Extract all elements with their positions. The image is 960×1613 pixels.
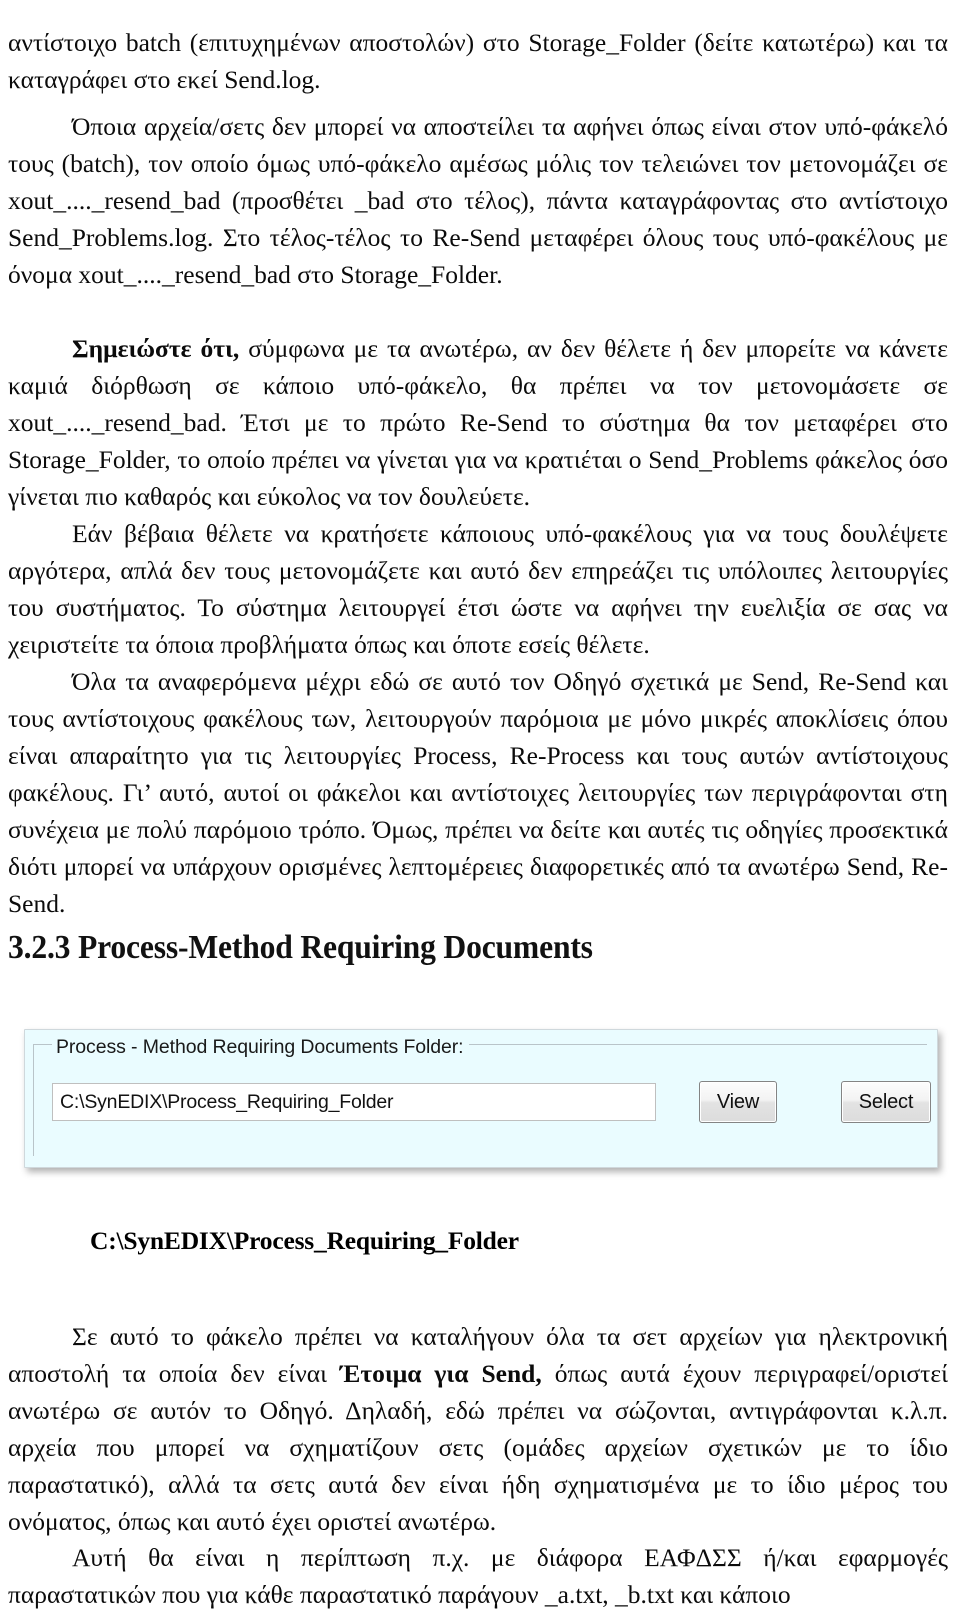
select-button[interactable]: Select: [841, 1081, 931, 1123]
paragraph-note: Σημειώστε ότι, σύμφωνα με τα ανωτέρω, αν…: [8, 330, 948, 515]
paragraph-if-keep: Εάν βέβαια θέλετε να κρατήσετε κάποιους …: [8, 518, 948, 659]
group-box-legend: Process - Method Requiring Documents Fol…: [52, 1036, 470, 1058]
folder-path-input[interactable]: C:\SynEDIX\Process_Requiring_Folder: [52, 1083, 656, 1121]
page-heading: 3.2.3 Process-Method Requiring Documents: [8, 929, 593, 966]
paragraph-in-this-folder-bold: Έτοιμα για Send,: [339, 1358, 542, 1388]
paragraph-top-continued: αντίστοιχο batch (επιτυχημένων αποστολών…: [8, 27, 948, 94]
group-box-inner: Process - Method Requiring Documents Fol…: [34, 1036, 931, 1156]
group-box-frame: Process - Method Requiring Documents Fol…: [33, 1036, 931, 1156]
view-button[interactable]: View: [699, 1081, 777, 1123]
paragraph-note-bold-lead: Σημειώστε ότι,: [72, 333, 240, 363]
paragraph-all-mentioned: Όλα τα αναφερόμενα μέχρι εδώ σε αυτό τον…: [8, 666, 948, 918]
paragraph-in-this-folder: Σε αυτό το φάκελο πρέπει να καταλήγουν ό…: [8, 1318, 948, 1540]
paragraph-this-will-be-case: Αυτή θα είναι η περίπτωση π.χ. με διάφορ…: [8, 1542, 948, 1609]
process-requiring-folder-panel: Process - Method Requiring Documents Fol…: [24, 1029, 938, 1168]
paragraph-whichever-files: Όποια αρχεία/σετς δεν μπορεί να αποστείλ…: [8, 111, 948, 289]
folder-name-heading: C:\SynEDIX\Process_Requiring_Folder: [90, 1226, 519, 1255]
document-page: αντίστοιχο batch (επιτυχημένων αποστολών…: [0, 0, 960, 1609]
